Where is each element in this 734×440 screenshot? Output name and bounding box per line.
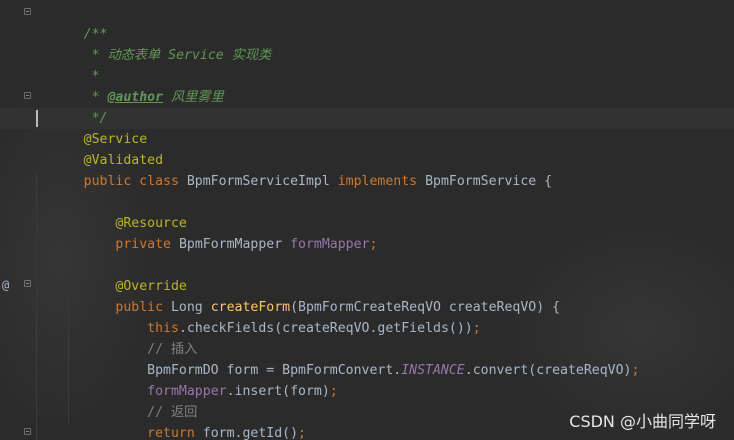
keyword-token: public class bbox=[83, 174, 187, 189]
code-line: public Long createForm(BpmFormCreateReqV… bbox=[36, 276, 560, 315]
code-line: } bbox=[36, 423, 123, 440]
keyword-token: implements bbox=[337, 174, 426, 189]
code-line: // 插入 bbox=[36, 318, 197, 357]
code-line: // 返回 bbox=[36, 381, 197, 420]
code-line: @Resource bbox=[36, 192, 186, 231]
code-line: BpmFormDO form = BpmFormConvert.INSTANCE… bbox=[36, 339, 639, 378]
punctuation-token: ; bbox=[631, 363, 640, 378]
code-line: public class BpmFormServiceImpl implemen… bbox=[36, 150, 552, 189]
class-name-token: BpmFormServiceImpl bbox=[186, 174, 338, 189]
indent-token bbox=[84, 237, 116, 252]
static-field-token: INSTANCE bbox=[401, 363, 465, 378]
code-line: formMapper.insert(form); bbox=[36, 360, 338, 399]
override-method-icon[interactable]: @ bbox=[2, 278, 9, 292]
fold-collapse-icon[interactable] bbox=[24, 280, 31, 287]
code-line: @Validated bbox=[36, 129, 163, 168]
punctuation-token: ; bbox=[329, 384, 338, 399]
type-token: BpmFormMapper bbox=[178, 237, 291, 252]
code-line: * bbox=[36, 45, 100, 84]
code-line: private BpmFormMapper formMapper; bbox=[36, 213, 377, 252]
identifier-token: .insert(form) bbox=[226, 384, 330, 399]
code-line: @Service bbox=[36, 108, 148, 147]
code-editor[interactable]: @ /** * 动态表单 Service 实现类 * * @author 风里雾… bbox=[0, 0, 734, 440]
gutter: @ bbox=[0, 0, 34, 440]
comment-token: * 动态表单 Service 实现类 bbox=[83, 48, 272, 63]
fold-collapse-icon[interactable] bbox=[24, 428, 31, 435]
identifier-token: form.getId() bbox=[202, 426, 299, 440]
identifier-token: .checkFields(createReqVO.getFields()) bbox=[178, 321, 473, 336]
punctuation-token: ; bbox=[298, 426, 306, 440]
fold-collapse-icon[interactable] bbox=[24, 92, 31, 99]
identifier-token: .convert(createReqVO) bbox=[464, 363, 632, 378]
code-line: this.checkFields(createReqVO.getFields()… bbox=[36, 297, 480, 336]
punctuation-token: ; bbox=[369, 237, 378, 252]
code-line: */ bbox=[36, 87, 108, 126]
fold-collapse-icon[interactable] bbox=[24, 8, 31, 15]
field-token: formMapper bbox=[290, 237, 370, 252]
text-caret bbox=[36, 110, 38, 127]
code-line: * @author 风里雾里 bbox=[36, 66, 224, 105]
code-line: @Override bbox=[36, 255, 186, 294]
code-line: return form.getId(); bbox=[36, 402, 306, 440]
watermark: CSDN @小曲同学呀 bbox=[569, 412, 716, 431]
code-line: /** bbox=[36, 3, 108, 42]
punctuation-token: ; bbox=[472, 321, 481, 336]
keyword-token: private bbox=[115, 237, 179, 252]
keyword-token: return bbox=[147, 426, 203, 440]
javadoc-tag: @author bbox=[107, 90, 164, 105]
code-line: * 动态表单 Service 实现类 bbox=[36, 24, 272, 63]
comment-token: 风里雾里 bbox=[163, 90, 224, 105]
identifier-token: BpmFormService { bbox=[425, 174, 553, 189]
